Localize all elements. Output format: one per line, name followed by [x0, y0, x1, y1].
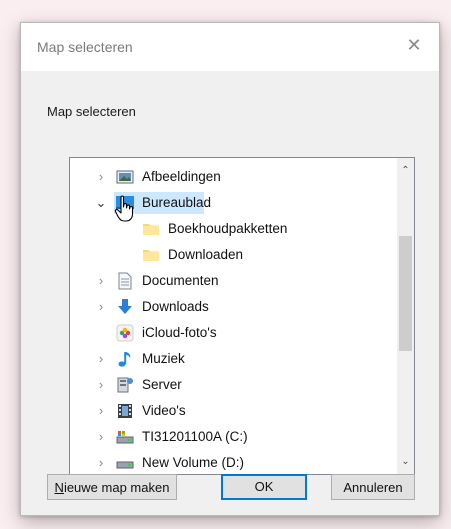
- scroll-up-icon[interactable]: ⌃: [397, 162, 414, 179]
- tree-item-label: New Volume (D:): [142, 455, 245, 470]
- tree-item-downloaden[interactable]: Downloaden: [70, 242, 397, 268]
- ok-button[interactable]: OK: [221, 474, 307, 500]
- tree-item-muziek[interactable]: › Muziek: [70, 346, 397, 372]
- tree-item-afbeeldingen[interactable]: › Afbeeldingen: [70, 164, 397, 190]
- tree-item-label: TI31201100A (C:): [142, 429, 248, 444]
- server-icon: [116, 376, 134, 394]
- music-icon: [116, 350, 134, 368]
- expand-chevron-icon[interactable]: ›: [94, 168, 108, 186]
- expand-chevron-icon[interactable]: ›: [94, 376, 108, 394]
- expand-chevron-icon[interactable]: ›: [94, 272, 108, 290]
- tree-item-videos[interactable]: › Video's: [70, 398, 397, 424]
- cancel-button[interactable]: Annuleren: [331, 474, 415, 500]
- expand-chevron-icon[interactable]: ›: [94, 402, 108, 420]
- tree-item-label: Video's: [142, 403, 186, 418]
- icloud-photos-icon: [116, 324, 134, 342]
- tree-item-drive-c[interactable]: › TI31201100A (C:): [70, 424, 397, 450]
- collapse-chevron-icon[interactable]: ⌄: [94, 194, 108, 212]
- dialog-description: Map selecteren: [47, 104, 136, 119]
- tree-item-label: Muziek: [142, 351, 185, 366]
- expand-chevron-icon[interactable]: ›: [94, 350, 108, 368]
- downloads-icon: [116, 298, 134, 316]
- pictures-icon: [116, 168, 134, 186]
- drive-c-icon: [116, 428, 134, 446]
- videos-icon: [116, 402, 134, 420]
- close-icon[interactable]: ✕: [403, 34, 425, 56]
- tree-item-label: Boekhoudpakketten: [168, 221, 288, 236]
- hand-pointer-icon: [114, 195, 136, 223]
- tree-item-label: Bureaublad: [142, 195, 212, 210]
- tree-item-drive-d[interactable]: › New Volume (D:): [70, 450, 397, 474]
- new-folder-button[interactable]: Nieuwe map maken: [47, 474, 177, 500]
- expand-chevron-icon[interactable]: ›: [94, 428, 108, 446]
- scroll-down-icon[interactable]: ⌄: [397, 453, 414, 470]
- new-folder-mnemonic: N: [54, 480, 64, 495]
- expand-chevron-icon[interactable]: ›: [94, 454, 108, 472]
- tree-item-label: Documenten: [142, 273, 219, 288]
- tree-item-downloads[interactable]: › Downloads: [70, 294, 397, 320]
- tree-item-icloud-fotos[interactable]: iCloud-foto's: [70, 320, 397, 346]
- vertical-scrollbar[interactable]: ⌃ ⌄: [397, 158, 414, 474]
- tree-item-server[interactable]: › Server: [70, 372, 397, 398]
- expand-chevron-icon[interactable]: ›: [94, 298, 108, 316]
- scroll-thumb[interactable]: [399, 236, 412, 351]
- window-title: Map selecteren: [37, 39, 133, 55]
- drive-d-icon: [116, 454, 134, 472]
- tree-item-label: Afbeeldingen: [142, 169, 221, 184]
- tree-item-label: Downloads: [142, 299, 209, 314]
- folder-icon: [142, 246, 160, 264]
- folder-icon: [142, 220, 160, 238]
- tree-item-documenten[interactable]: › Documenten: [70, 268, 397, 294]
- tree-item-label: Downloaden: [168, 247, 244, 262]
- tree-item-label: Server: [142, 377, 182, 392]
- tree-item-label: iCloud-foto's: [142, 325, 217, 340]
- documents-icon: [116, 272, 134, 290]
- folder-select-dialog: Map selecteren ✕ Map selecteren › Afbeel…: [20, 22, 440, 516]
- new-folder-label: ieuwe map maken: [63, 480, 170, 495]
- title-bar: Map selecteren ✕: [21, 23, 439, 71]
